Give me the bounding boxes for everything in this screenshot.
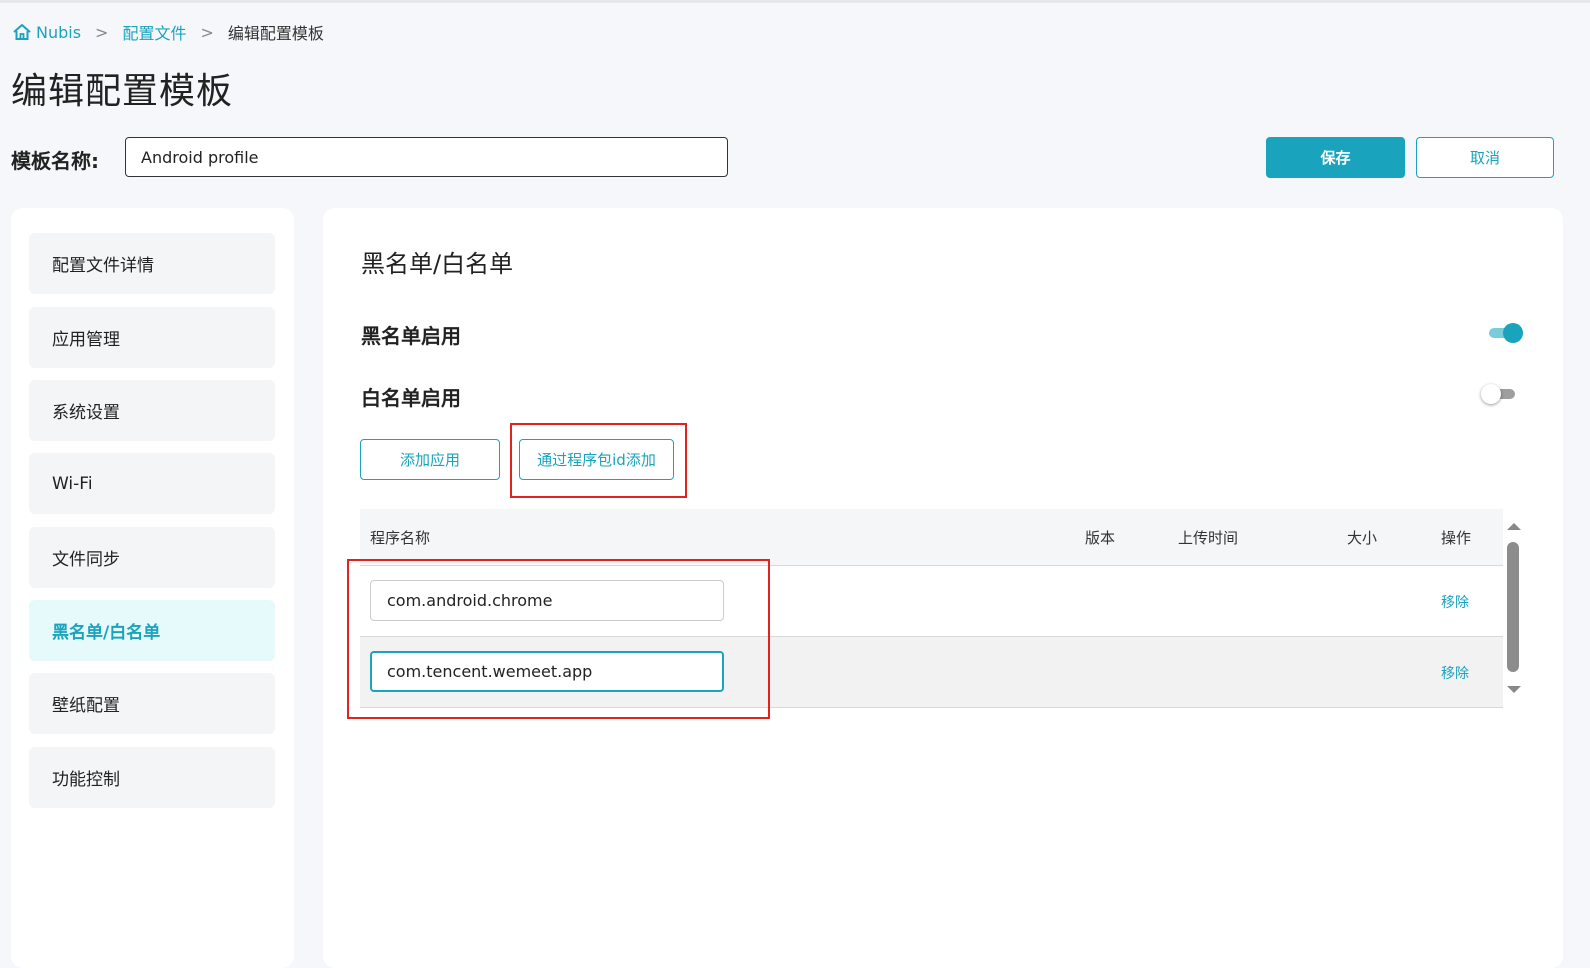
top-border (0, 0, 1590, 3)
sidebar-item-system-settings[interactable]: 系统设置 (29, 380, 275, 441)
sidebar-item-wallpaper[interactable]: 壁纸配置 (29, 673, 275, 734)
save-button[interactable]: 保存 (1266, 137, 1405, 178)
column-header-actions: 操作 (1441, 529, 1472, 547)
home-icon (13, 24, 31, 40)
cancel-button[interactable]: 取消 (1416, 137, 1554, 178)
sidebar-item-wifi[interactable]: Wi-Fi (29, 453, 275, 514)
blacklist-toggle[interactable] (1487, 323, 1523, 343)
blacklist-toggle-label: 黑名单启用 (361, 324, 461, 348)
column-header-version: 版本 (1085, 529, 1116, 547)
table-row: com.android.chrome 移除 (360, 566, 1503, 637)
toggle-knob (1481, 384, 1501, 404)
template-name-input[interactable]: Android profile (125, 137, 728, 177)
page-title: 编辑配置模板 (11, 71, 234, 112)
whitelist-toggle[interactable] (1481, 384, 1517, 404)
caret-down-icon[interactable] (1507, 686, 1521, 693)
sidebar-item-file-sync[interactable]: 文件同步 (29, 527, 275, 588)
column-header-app-name: 程序名称 (370, 529, 431, 547)
sidebar: 配置文件详情 应用管理 系统设置 Wi-Fi 文件同步 黑名单/白名单 壁纸配置… (11, 208, 294, 968)
breadcrumb-separator: > (200, 22, 214, 42)
sidebar-item-app-management[interactable]: 应用管理 (29, 307, 275, 368)
breadcrumb: Nubis > 配置文件 > 编辑配置模板 (12, 20, 324, 44)
template-name-label: 模板名称: (11, 149, 99, 173)
package-id-input[interactable]: com.android.chrome (370, 580, 724, 621)
table-row: com.tencent.wemeet.app 移除 (360, 637, 1503, 708)
table-header: 程序名称 版本 上传时间 大小 操作 (360, 509, 1503, 566)
breadcrumb-separator: > (95, 22, 109, 42)
breadcrumb-home-label[interactable]: Nubis (36, 23, 81, 42)
breadcrumb-parent[interactable]: 配置文件 (122, 20, 186, 44)
sidebar-item-blacklist-whitelist[interactable]: 黑名单/白名单 (29, 600, 275, 661)
sidebar-item-profile-details[interactable]: 配置文件详情 (29, 233, 275, 294)
breadcrumb-home[interactable]: Nubis (12, 23, 81, 42)
table-scrollbar[interactable] (1502, 509, 1525, 708)
column-header-upload-time: 上传时间 (1178, 529, 1239, 547)
whitelist-toggle-label: 白名单启用 (361, 386, 461, 410)
breadcrumb-current: 编辑配置模板 (227, 24, 324, 43)
remove-link[interactable]: 移除 (1441, 592, 1469, 612)
caret-up-icon[interactable] (1507, 523, 1521, 530)
remove-link[interactable]: 移除 (1441, 663, 1469, 683)
add-app-button[interactable]: 添加应用 (360, 439, 500, 480)
main-panel: 黑名单/白名单 黑名单启用 白名单启用 添加应用 通过程序包id添加 程序名称 … (323, 208, 1563, 968)
toggle-knob (1503, 323, 1523, 343)
column-header-size: 大小 (1347, 529, 1378, 547)
section-title: 黑名单/白名单 (361, 250, 514, 278)
sidebar-item-feature-control[interactable]: 功能控制 (29, 747, 275, 808)
scrollbar-thumb[interactable] (1507, 542, 1519, 672)
add-by-package-id-button[interactable]: 通过程序包id添加 (519, 439, 674, 480)
package-id-input[interactable]: com.tencent.wemeet.app (370, 651, 724, 692)
